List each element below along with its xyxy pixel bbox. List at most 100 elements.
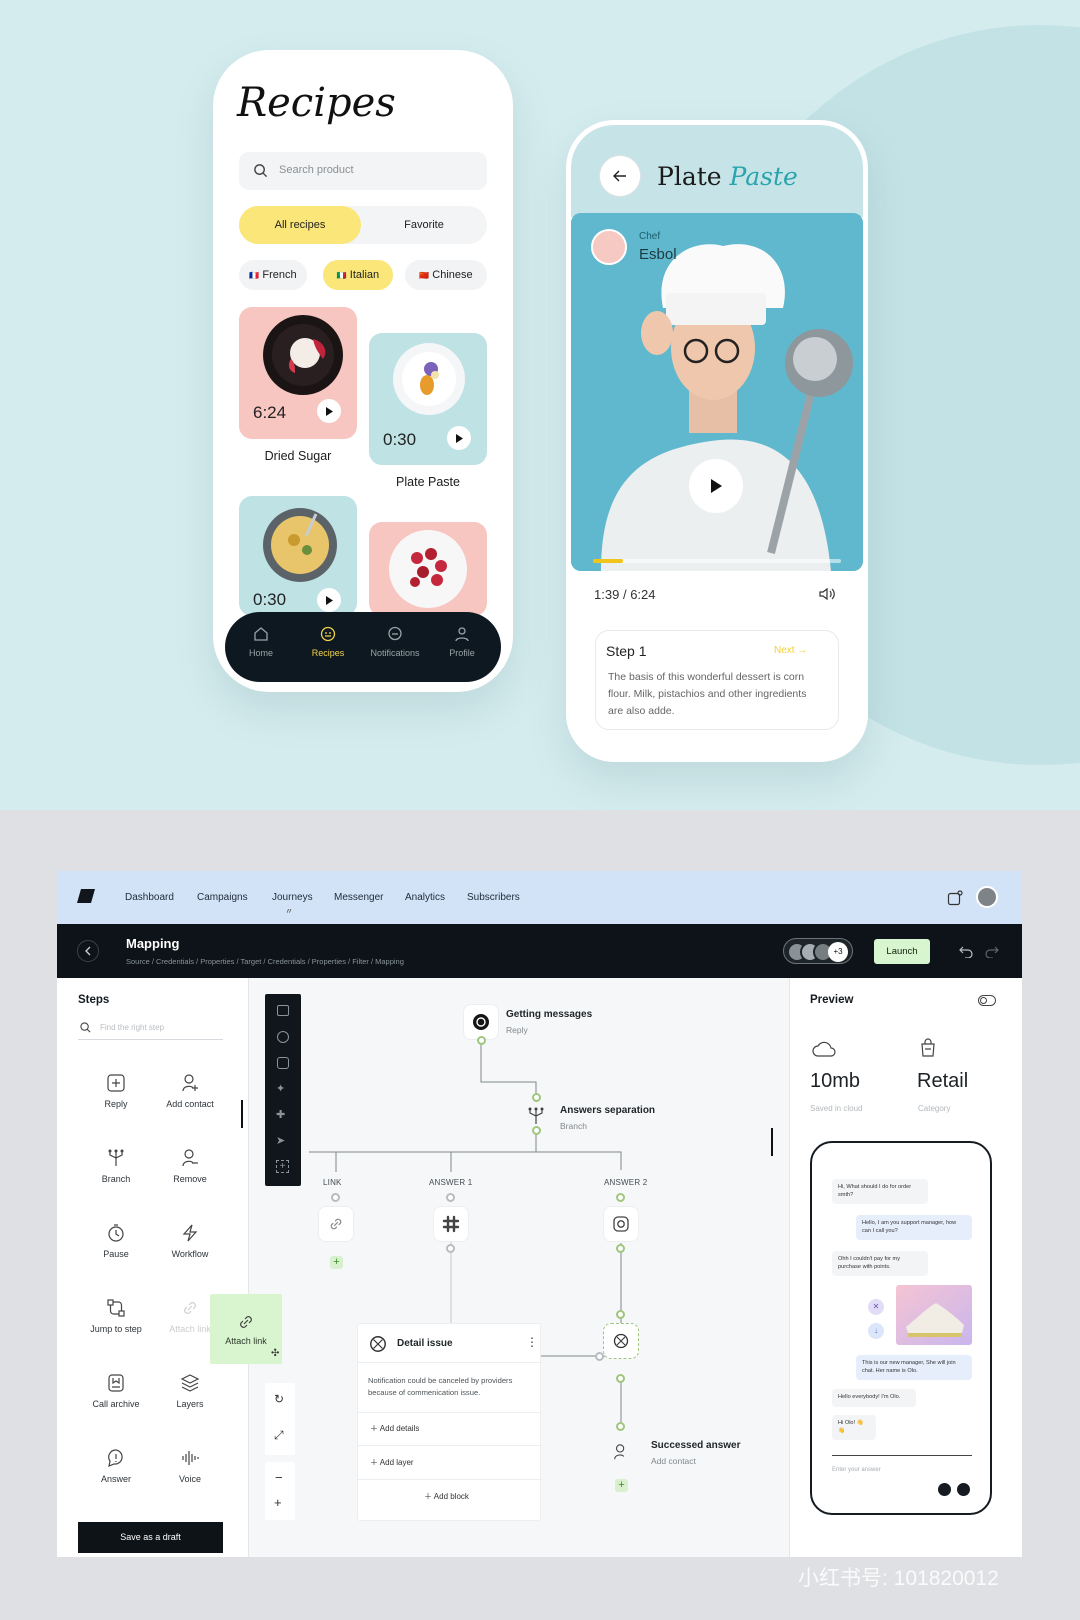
play-button[interactable]: [447, 426, 471, 450]
notification-icon[interactable]: [947, 890, 963, 906]
chat-input-placeholder[interactable]: Enter your answer: [832, 1467, 881, 1473]
connector-dot[interactable]: [616, 1422, 625, 1431]
video-time: 1:39 / 6:24: [594, 587, 656, 602]
connector-dot[interactable]: [616, 1374, 625, 1383]
volume-icon[interactable]: [819, 587, 835, 601]
successed-answer-node[interactable]: [603, 1434, 639, 1470]
next-button[interactable]: Next →: [774, 645, 807, 656]
user-avatar[interactable]: [976, 886, 998, 908]
step-workflow[interactable]: Workflow: [155, 1223, 225, 1259]
nav-recipes[interactable]: Recipes: [298, 626, 358, 658]
add-layer-button[interactable]: ＋ Add layer: [370, 1457, 414, 1468]
step-layers[interactable]: Layers: [155, 1373, 225, 1409]
scrollbar[interactable]: [771, 1128, 773, 1156]
recipe-tabs: All recipes Favorite: [239, 206, 487, 244]
step-call-archive[interactable]: Call archive: [81, 1373, 151, 1409]
connector-dot[interactable]: [446, 1244, 455, 1253]
getting-messages-node[interactable]: [463, 1004, 499, 1040]
expand-icon[interactable]: ⤢: [274, 1428, 284, 1443]
refresh-icon[interactable]: ↻: [274, 1392, 284, 1406]
connector-dot[interactable]: [595, 1352, 604, 1361]
step-pause[interactable]: Pause: [81, 1223, 151, 1259]
nav-notifications[interactable]: Notifications: [365, 626, 425, 658]
nav-dashboard[interactable]: Dashboard: [125, 892, 174, 903]
connector-dot[interactable]: [616, 1310, 625, 1319]
connector-dot[interactable]: [616, 1244, 625, 1253]
recipe-card-dried-sugar[interactable]: 6:24: [239, 307, 357, 439]
link-icon: [330, 1218, 342, 1230]
connector-dot[interactable]: [477, 1036, 486, 1045]
add-details-button[interactable]: ＋ Add details: [370, 1423, 419, 1434]
send-icon[interactable]: [957, 1483, 970, 1496]
play-button[interactable]: [317, 588, 341, 612]
nav-journeys[interactable]: Journeys: [272, 892, 313, 903]
search-placeholder: Search product: [279, 164, 354, 176]
tab-favorite[interactable]: Favorite: [363, 206, 485, 244]
add-step-button[interactable]: +: [615, 1479, 628, 1492]
recipe-card-pasta[interactable]: 0:30: [239, 496, 357, 616]
search-input[interactable]: Search product: [239, 152, 487, 190]
recipe-time: 0:30: [253, 590, 287, 609]
connector-dot[interactable]: [446, 1193, 455, 1202]
divider: [358, 1362, 542, 1363]
detail-issue-card[interactable]: Detail issue ⋮ Notification could be can…: [357, 1323, 542, 1521]
connector-dot[interactable]: [532, 1126, 541, 1135]
action-label: Add block: [433, 1492, 469, 1501]
dragged-step-chip[interactable]: Attach link ✣: [210, 1294, 282, 1364]
collaborators-stack[interactable]: +3: [783, 938, 853, 964]
undo-icon[interactable]: [959, 946, 973, 958]
step-reply[interactable]: Reply: [81, 1073, 151, 1109]
step-remove[interactable]: Remove: [155, 1148, 225, 1184]
connector-dot[interactable]: [331, 1193, 340, 1202]
step-label: Add contact: [166, 1099, 214, 1109]
time-total: 6:24: [630, 587, 656, 602]
step-branch[interactable]: Branch: [81, 1148, 151, 1184]
attach-icon[interactable]: [938, 1483, 951, 1496]
logo-icon[interactable]: [77, 887, 97, 905]
step-label: Jump to step: [90, 1324, 142, 1334]
video-player[interactable]: Chef Esbol: [571, 213, 863, 571]
toggle-switch[interactable]: [978, 995, 996, 1006]
recipe-card-berries[interactable]: [369, 522, 487, 616]
link-node[interactable]: [318, 1206, 354, 1242]
more-options-icon[interactable]: ⋮: [526, 1335, 538, 1349]
answer-1-node[interactable]: [433, 1206, 469, 1242]
add-step-button[interactable]: +: [330, 1256, 343, 1269]
add-block-button[interactable]: ＋ Add block: [424, 1491, 469, 1502]
nav-analytics[interactable]: Analytics: [405, 892, 445, 903]
back-button[interactable]: [77, 940, 99, 962]
cuisine-chinese[interactable]: 🇨🇳 Chinese: [405, 260, 487, 290]
save-draft-button[interactable]: Save as a draft: [78, 1522, 223, 1553]
close-icon[interactable]: ✕: [868, 1299, 884, 1315]
cuisine-french[interactable]: 🇫🇷 French: [239, 260, 307, 290]
back-button[interactable]: [599, 155, 641, 197]
arrow-down-icon[interactable]: ↓: [868, 1323, 884, 1339]
flow-canvas[interactable]: ✦ ✚ ➤ + Getting messages Reply Answers s…: [249, 978, 789, 1557]
video-progress-track[interactable]: [593, 559, 841, 563]
nav-campaigns[interactable]: Campaigns: [197, 892, 248, 903]
step-add-contact[interactable]: Add contact: [155, 1073, 225, 1109]
cuisine-italian[interactable]: 🇮🇹 Italian: [323, 260, 393, 290]
step-voice[interactable]: Voice: [155, 1448, 225, 1484]
step-jump-to-step[interactable]: Jump to step: [81, 1298, 151, 1334]
scrollbar[interactable]: [241, 1100, 243, 1128]
merge-node[interactable]: [603, 1323, 639, 1359]
play-button[interactable]: [317, 399, 341, 423]
nav-subscribers[interactable]: Subscribers: [467, 892, 520, 903]
zoom-in-icon[interactable]: +: [274, 1495, 282, 1510]
recipe-time: 0:30: [383, 430, 417, 449]
recipe-card-plate-paste[interactable]: 0:30: [369, 333, 487, 465]
breadcrumb[interactable]: Source / Credentials / Properties / Targ…: [126, 957, 404, 966]
play-button[interactable]: [689, 459, 743, 513]
zoom-out-icon[interactable]: −: [275, 1470, 283, 1485]
nav-messenger[interactable]: Messenger: [334, 892, 383, 903]
redo-icon[interactable]: [985, 946, 999, 958]
steps-search-input[interactable]: Find the right step: [78, 1018, 223, 1040]
connector-dot[interactable]: [616, 1193, 625, 1202]
step-answer[interactable]: Answer: [81, 1448, 151, 1484]
nav-home[interactable]: Home: [231, 626, 291, 658]
launch-button[interactable]: Launch: [874, 939, 930, 964]
answer-2-node[interactable]: [603, 1206, 639, 1242]
nav-profile[interactable]: Profile: [432, 626, 492, 658]
tab-all-recipes[interactable]: All recipes: [239, 206, 361, 244]
